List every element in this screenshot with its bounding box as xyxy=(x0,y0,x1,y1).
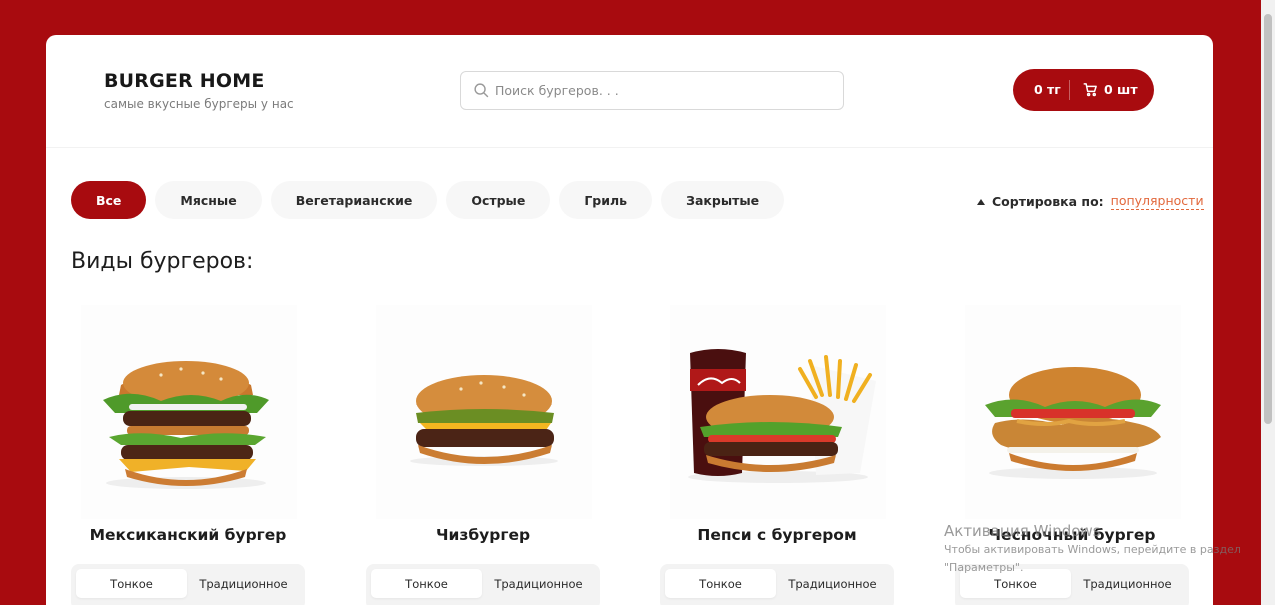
cart-divider xyxy=(1069,80,1070,100)
product-image-mexican-burger[interactable] xyxy=(81,305,297,519)
sort-control: Сортировка по: популярности xyxy=(977,193,1204,210)
cart-icon xyxy=(1083,83,1097,97)
dough-selector: Тонкое Традиционное xyxy=(366,564,600,605)
search-input[interactable] xyxy=(495,74,835,107)
product-image-combo[interactable] xyxy=(670,305,886,519)
logo-subtitle: самые вкусные бургеры у нас xyxy=(104,97,294,111)
search-icon xyxy=(474,83,489,98)
dough-option-thin[interactable]: Тонкое xyxy=(76,569,187,598)
watermark-title: Активация Windows xyxy=(944,522,1101,540)
burger-image xyxy=(410,375,558,466)
cart-count: 0 шт xyxy=(1104,82,1138,97)
category-all[interactable]: Все xyxy=(71,181,147,219)
page-wrapper: BURGER HOME самые вкусные бургеры у нас … xyxy=(46,35,1213,605)
dough-selector: Тонкое Традиционное xyxy=(71,564,305,605)
burger-image xyxy=(103,361,269,489)
dough-option-thin[interactable]: Тонкое xyxy=(665,569,776,598)
dough-option-traditional[interactable]: Традиционное xyxy=(776,569,889,598)
cart-price: 0 тг xyxy=(1034,82,1061,97)
watermark-line-2: "Параметры". xyxy=(944,561,1024,574)
category-vegetarian[interactable]: Вегетарианские xyxy=(270,181,438,219)
dough-option-traditional[interactable]: Традиционное xyxy=(187,569,300,598)
product-name: Мексиканский бургер xyxy=(89,526,287,544)
product-name: Чизбургер xyxy=(435,526,531,544)
category-grill[interactable]: Гриль xyxy=(559,181,653,219)
category-meat[interactable]: Мясные xyxy=(155,181,262,219)
cart-button[interactable]: 0 тг 0 шт xyxy=(1013,69,1154,111)
product-image-garlic-burger[interactable] xyxy=(965,305,1181,519)
watermark-line-1: Чтобы активировать Windows, перейдите в … xyxy=(944,543,1241,556)
scrollbar[interactable] xyxy=(1261,0,1275,605)
sort-value[interactable]: популярности xyxy=(1110,193,1204,210)
scrollbar-thumb[interactable] xyxy=(1264,14,1272,424)
sort-arrow-icon xyxy=(977,198,985,205)
logo-title[interactable]: BURGER HOME xyxy=(104,70,265,92)
dough-selector: Тонкое Традиционное xyxy=(660,564,894,605)
product-image-cheeseburger[interactable] xyxy=(376,305,592,519)
header: BURGER HOME самые вкусные бургеры у нас … xyxy=(46,35,1213,148)
section-title: Виды бургеров: xyxy=(71,249,254,274)
dough-option-thin[interactable]: Тонкое xyxy=(371,569,482,598)
category-spicy[interactable]: Острые xyxy=(446,181,551,219)
search-box[interactable] xyxy=(460,71,844,110)
product-name: Пепси с бургером xyxy=(697,526,857,544)
burger-image xyxy=(688,349,876,483)
sort-label: Сортировка по: xyxy=(992,194,1104,209)
windows-activation-watermark: Активация Windows Чтобы активировать Win… xyxy=(944,522,1241,576)
dough-option-traditional[interactable]: Традиционное xyxy=(482,569,595,598)
burger-image xyxy=(985,367,1161,479)
category-list: Все Мясные Вегетарианские Острые Гриль З… xyxy=(71,181,785,219)
category-closed[interactable]: Закрытые xyxy=(661,181,785,219)
